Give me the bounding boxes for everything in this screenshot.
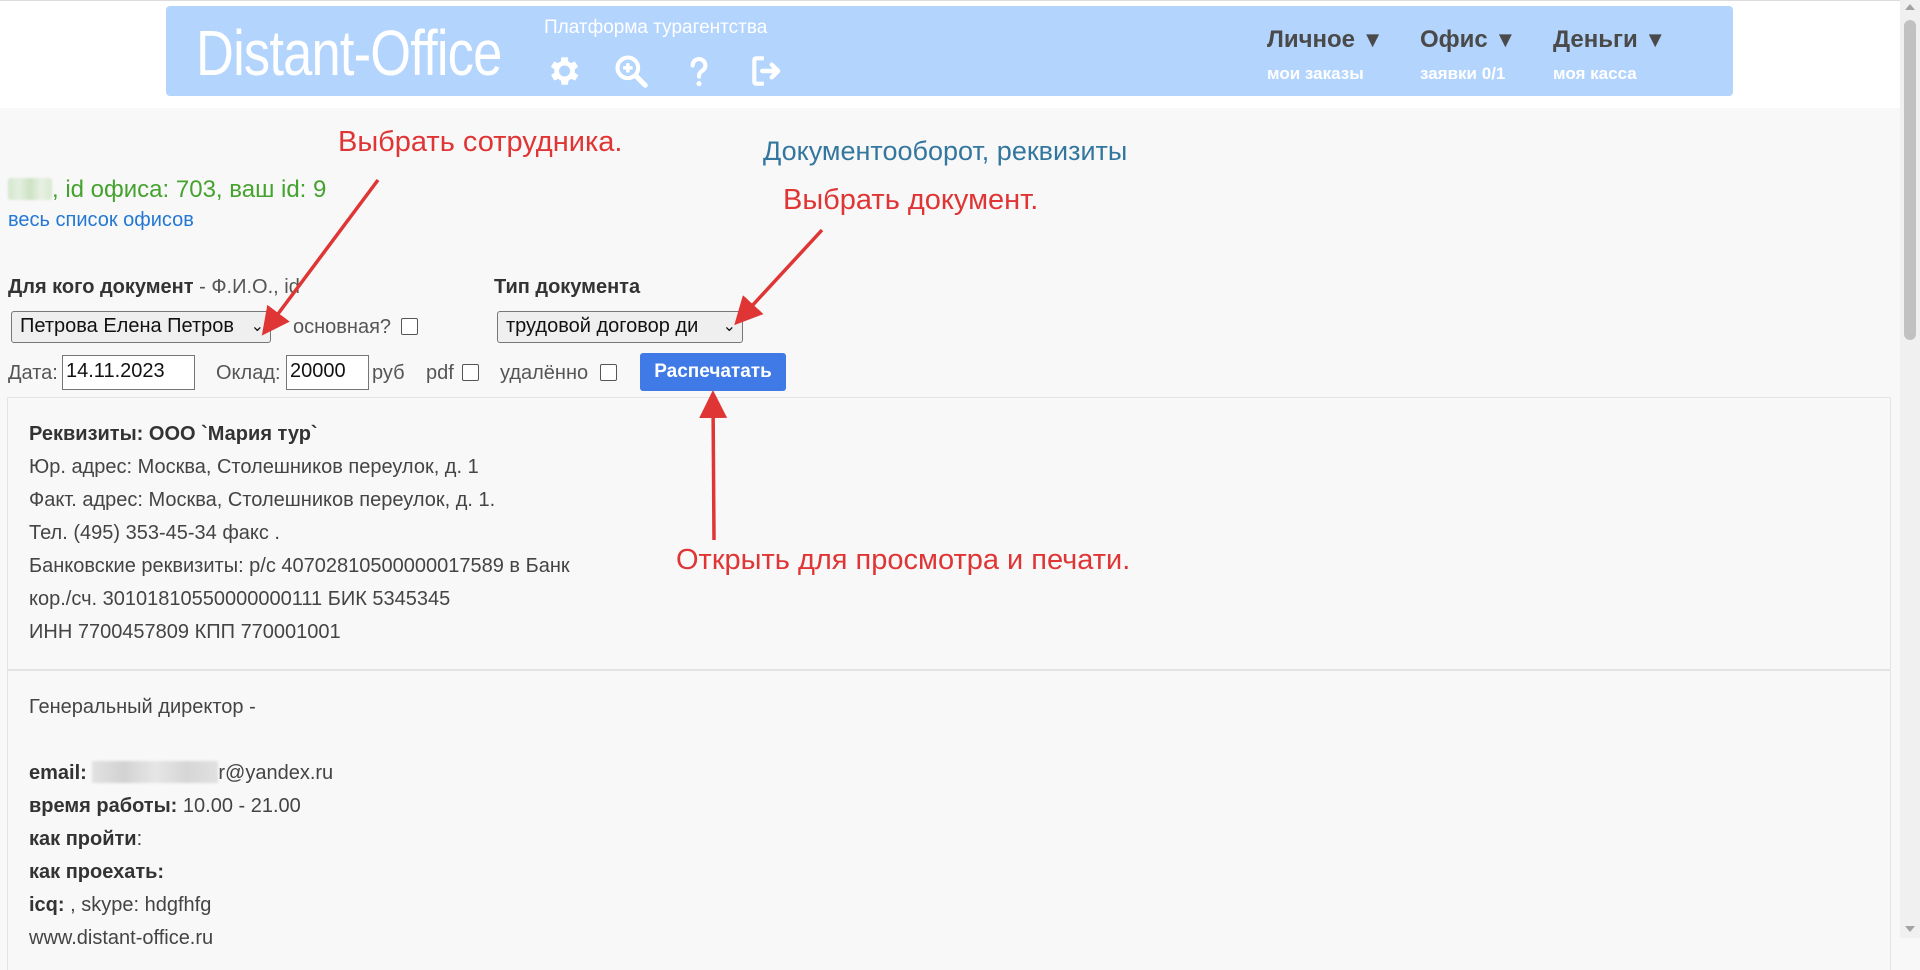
requisites-title: Реквизиты: ООО `Мария тур` (29, 423, 318, 445)
remote-checkbox[interactable] (600, 364, 617, 381)
site-line[interactable]: www.distant-office.ru (29, 922, 1890, 955)
doc-type-select[interactable]: трудовой договор ди ⌄ (497, 311, 743, 343)
caret-down-icon: ▼ (1494, 27, 1517, 52)
nav-sub-requests[interactable]: заявки 0/1 (1420, 64, 1516, 84)
nav-sub-cashbox[interactable]: моя касса (1553, 64, 1666, 84)
scroll-down-icon[interactable] (1905, 926, 1915, 932)
print-button[interactable]: Распечатать (640, 353, 786, 391)
for-whom-label: Для кого документ - Ф.И.О., id (8, 276, 300, 298)
scroll-thumb[interactable] (1904, 20, 1916, 340)
logo[interactable]: Distant-Office (196, 20, 502, 86)
annotation-choose-employee: Выбрать сотрудника. (338, 126, 623, 158)
main-label: основная? (293, 316, 392, 338)
salary-input[interactable]: 20000 (286, 355, 369, 390)
employee-select[interactable]: Петрова Елена Петров ⌄ (11, 311, 271, 343)
requisites-panel: Реквизиты: ООО `Мария тур` Юр. адрес: Мо… (7, 397, 1891, 670)
header: Distant-Office Платформа турагентства Ли… (166, 6, 1733, 96)
caret-down-icon: ▼ (1644, 27, 1667, 52)
scrollbar[interactable] (1900, 0, 1920, 938)
blurred-office-name (8, 178, 52, 200)
pdf-label: pdf (426, 362, 454, 384)
date-input[interactable]: 14.11.2023 (62, 355, 195, 390)
question-icon[interactable] (680, 52, 718, 90)
requisites-line: ИНН 7700457809 КПП 770001001 (29, 621, 341, 643)
caret-down-icon: ▼ (1361, 27, 1384, 52)
annotation-choose-document: Выбрать документ. (783, 184, 1039, 216)
director-line: Генеральный директор - (29, 696, 256, 718)
remote-label: удалённо (500, 362, 589, 384)
tagline: Платформа турагентства (544, 17, 768, 38)
hours-line: время работы: 10.00 - 21.00 (29, 795, 301, 817)
nav-office[interactable]: Офис ▼ заявки 0/1 (1420, 26, 1516, 84)
salary-label: Оклад: (216, 362, 281, 384)
date-label: Дата: (8, 362, 58, 384)
arrow-to-doc-type-select (734, 228, 824, 326)
nav-money[interactable]: Деньги ▼ моя касса (1553, 26, 1666, 84)
logout-icon[interactable] (748, 52, 786, 90)
chevron-down-icon: ⌄ (250, 318, 264, 335)
requisites-line: Юр. адрес: Москва, Столешников переулок,… (29, 456, 479, 478)
chevron-down-icon: ⌄ (722, 318, 736, 335)
requisites-line: кор./сч. 30101810550000000111 БИК 534534… (29, 588, 451, 610)
search-plus-icon[interactable] (612, 52, 650, 90)
how-drive-line: как проехать: (29, 861, 165, 883)
icq-line: icq: , skype: hdgfhfg (29, 894, 212, 916)
nav-personal[interactable]: Личное ▼ мои заказы (1267, 26, 1383, 84)
currency-label: руб (372, 362, 405, 384)
requisites-line: Факт. адрес: Москва, Столешников переуло… (29, 489, 496, 511)
nav-sub-my-orders[interactable]: мои заказы (1267, 64, 1383, 84)
contacts-panel: Генеральный директор - email: r@yandex.r… (7, 670, 1891, 970)
gear-icon[interactable] (544, 52, 582, 90)
office-list-link[interactable]: весь список офисов (8, 209, 194, 232)
main-checkbox[interactable] (401, 318, 418, 335)
pdf-checkbox[interactable] (462, 364, 479, 381)
annotation-open-print: Открыть для просмотра и печати. (676, 544, 1131, 576)
scroll-up-icon[interactable] (1905, 4, 1915, 10)
doc-flow-link[interactable]: Документооборот, реквизиты (763, 136, 1127, 167)
doc-type-label: Тип документа (494, 276, 641, 298)
blurred-email (92, 761, 219, 783)
office-info: , id офиса: 703, ваш id: 9 (8, 176, 326, 204)
how-walk-line: как пройти: (29, 828, 143, 850)
email-line: email: r@yandex.ru (29, 761, 334, 784)
